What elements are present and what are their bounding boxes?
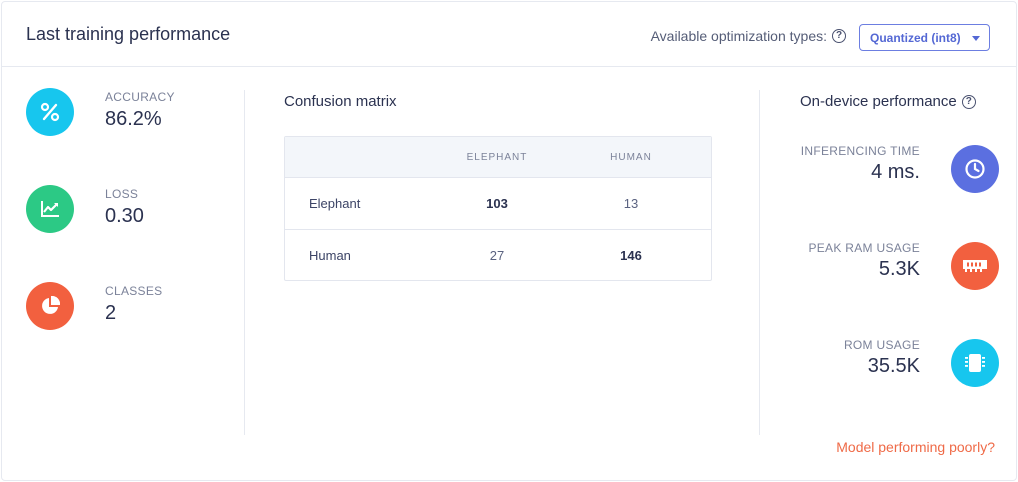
row-label: Elephant [309,196,361,211]
metric-rom-usage: ROM USAGE 35.5K [772,338,999,388]
column-header-elephant: ELEPHANT [466,152,528,163]
card-header: Last training performance Available opti… [2,2,1016,67]
metric-label: PEAK RAM USAGE [808,241,920,255]
column-header-human: HUMAN [610,152,652,163]
table-cell: 146 [620,248,642,263]
caret-down-icon [972,36,980,41]
metric-label: ROM USAGE [843,338,920,352]
metric-value: 86.2% [105,108,162,130]
table-row: Human 27 146 [285,230,711,282]
chip-icon [951,339,999,387]
column-divider [759,90,760,435]
metric-peak-ram: PEAK RAM USAGE 5.3K [772,241,999,291]
clock-icon [951,145,999,193]
metric-value: 4 ms. [871,161,920,183]
model-performing-poorly-link[interactable]: Model performing poorly? [836,439,995,455]
help-icon[interactable]: ? [961,94,976,109]
percent-icon [26,88,74,136]
ram-icon [951,242,999,290]
pie-chart-icon [26,282,74,330]
confusion-matrix-title: Confusion matrix [284,93,397,110]
metric-label: INFERENCING TIME [800,144,920,158]
metric-value: 35.5K [867,355,920,377]
table-cell: 103 [486,196,508,211]
optimization-types-text: Available optimization types: [650,28,827,44]
table-row: Elephant 103 13 [285,178,711,230]
chart-trend-icon [26,185,74,233]
optimization-type-value: Quantized (int8) [870,31,961,45]
help-icon[interactable]: ? [832,29,846,43]
table-cell: 13 [623,196,639,211]
optimization-types-label: Available optimization types: ? [651,28,846,44]
optimization-type-select[interactable]: Quantized (int8) [859,24,990,51]
row-label: Human [309,248,351,263]
metric-value: 0.30 [105,205,144,227]
on-device-title-text: On-device performance [800,93,957,110]
column-divider [244,90,245,435]
training-performance-card: Last training performance Available opti… [1,1,1017,481]
metric-label: ACCURACY [105,90,175,104]
confusion-matrix-table: ELEPHANT HUMAN Elephant 103 13 Human 27 … [284,136,712,281]
table-cell: 27 [489,248,505,263]
on-device-title: On-device performance ? [800,93,976,110]
table-header: ELEPHANT HUMAN [285,137,711,178]
metric-value: 2 [105,302,117,324]
metric-label: CLASSES [105,284,163,298]
metric-inferencing-time: INFERENCING TIME 4 ms. [772,144,999,194]
metric-label: LOSS [105,187,139,201]
metric-value: 5.3K [878,258,920,280]
card-title: Last training performance [26,24,231,44]
